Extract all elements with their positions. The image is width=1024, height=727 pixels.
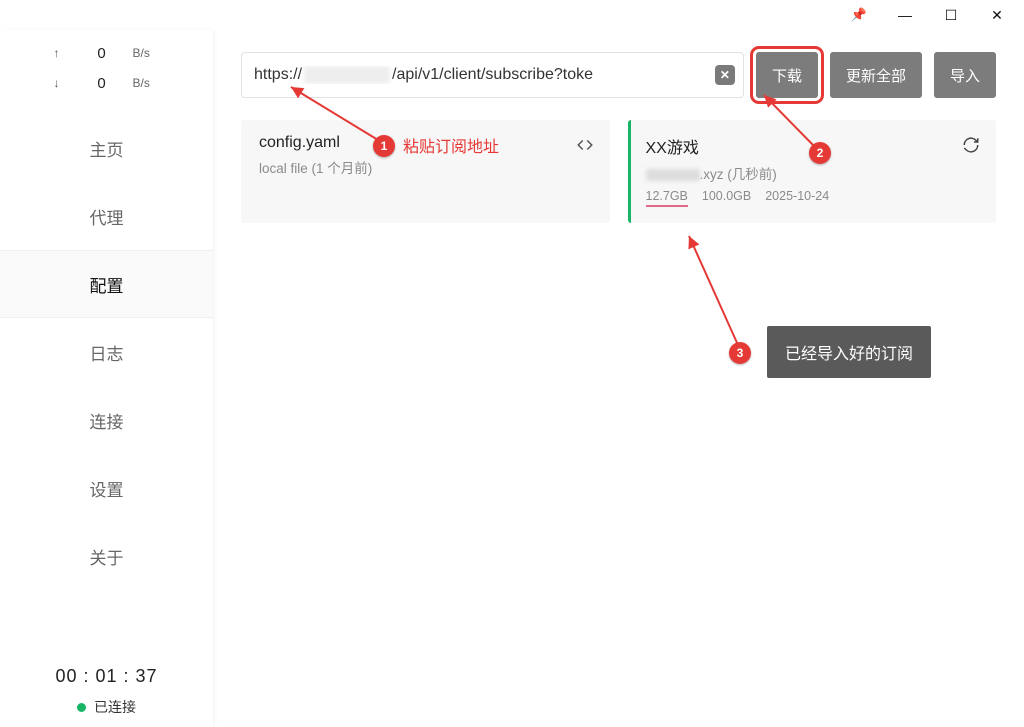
nav-settings[interactable]: 设置 bbox=[0, 454, 213, 522]
annotation-text-1: 粘贴订阅地址 bbox=[403, 133, 499, 157]
main-panel: https:///api/v1/client/subscribe?toke ✕ … bbox=[213, 30, 1024, 727]
sidebar: ↑ 0 B/s ↓ 0 B/s 主页 代理 配置 日志 连接 设置 关于 bbox=[0, 30, 213, 727]
used-traffic: 12.7GB bbox=[646, 189, 688, 207]
card-stats: 12.7GB 100.0GB 2025-10-24 bbox=[646, 189, 979, 207]
refresh-icon[interactable] bbox=[962, 136, 980, 159]
total-traffic: 100.0GB bbox=[702, 189, 751, 207]
card-subtitle: local file (1 个月前) bbox=[259, 157, 592, 177]
nav-about[interactable]: 关于 bbox=[0, 522, 213, 590]
url-suffix: /api/v1/client/subscribe?toke bbox=[392, 66, 593, 83]
connection-status: 已连接 bbox=[77, 697, 136, 717]
annotation-badge-2: 2 bbox=[809, 142, 831, 164]
annotation-badge-1: 1 bbox=[373, 135, 395, 157]
card-subtitle: .xyz (几秒前) bbox=[646, 163, 979, 183]
maximize-button[interactable]: ☐ bbox=[928, 0, 974, 30]
url-masked-host bbox=[304, 66, 390, 84]
subscribe-url-input[interactable]: https:// /api/v1/client/subscribe?toke ✕ bbox=[241, 52, 744, 98]
nav-home[interactable]: 主页 bbox=[0, 114, 213, 182]
annotation-arrow-3 bbox=[683, 230, 753, 350]
download-speed-unit: B/s bbox=[127, 76, 177, 90]
update-all-button[interactable]: 更新全部 bbox=[830, 52, 922, 98]
upload-arrow-icon: ↑ bbox=[37, 46, 77, 60]
url-prefix: https:// bbox=[254, 66, 302, 83]
annotation-tooltip-3: 已经导入好的订阅 bbox=[767, 326, 931, 378]
expire-date: 2025-10-24 bbox=[765, 189, 829, 207]
clear-input-icon[interactable]: ✕ bbox=[715, 65, 735, 85]
annotation-badge-3: 3 bbox=[729, 342, 751, 364]
profile-card-remote[interactable]: XX游戏 .xyz (几秒前) 12.7GB 100.0GB 2025-10-2… bbox=[628, 120, 997, 223]
masked-host bbox=[646, 169, 700, 181]
uptime-timer: 00 : 01 : 37 bbox=[55, 666, 157, 687]
status-text: 已连接 bbox=[94, 697, 136, 717]
status-dot-icon bbox=[77, 703, 86, 712]
import-button[interactable]: 导入 bbox=[934, 52, 996, 98]
upload-speed-unit: B/s bbox=[127, 46, 177, 60]
pin-icon[interactable]: 📌 bbox=[836, 0, 882, 30]
close-button[interactable]: ✕ bbox=[974, 0, 1020, 30]
speed-panel: ↑ 0 B/s ↓ 0 B/s bbox=[0, 30, 213, 102]
download-speed-value: 0 bbox=[77, 75, 127, 92]
upload-speed-value: 0 bbox=[77, 45, 127, 62]
minimize-button[interactable]: — bbox=[882, 0, 928, 30]
window-titlebar: 📌 — ☐ ✕ bbox=[0, 0, 1024, 30]
nav-config[interactable]: 配置 bbox=[0, 250, 213, 318]
nav-logs[interactable]: 日志 bbox=[0, 318, 213, 386]
nav-proxy[interactable]: 代理 bbox=[0, 182, 213, 250]
nav-connections[interactable]: 连接 bbox=[0, 386, 213, 454]
code-icon[interactable] bbox=[576, 136, 594, 159]
download-button[interactable]: 下载 bbox=[756, 52, 818, 98]
download-arrow-icon: ↓ bbox=[37, 76, 77, 90]
nav-list: 主页 代理 配置 日志 连接 设置 关于 bbox=[0, 114, 213, 590]
